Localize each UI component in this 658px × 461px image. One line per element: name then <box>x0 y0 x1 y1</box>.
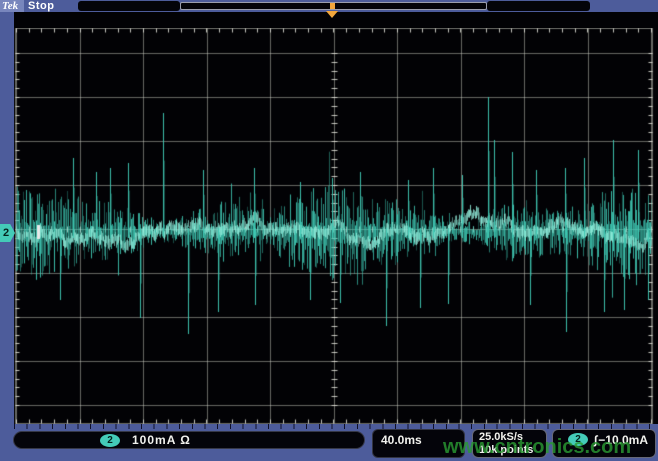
channel2-scale-label: 100mA Ω <box>132 434 191 447</box>
channel2-reference-marker[interactable]: 2 <box>0 224 15 242</box>
top-right-box <box>487 1 590 11</box>
watermark-text: www.cntronics.com <box>443 436 631 458</box>
acquisition-status-label: Stop <box>28 0 54 12</box>
trigger-position-marker-icon[interactable] <box>326 11 338 18</box>
top-left-box <box>78 1 180 11</box>
horizontal-scale-label: 40.0ms <box>381 433 422 447</box>
trigger-position-tick <box>330 3 335 9</box>
waveform-position-bar[interactable] <box>180 2 487 10</box>
waveform-display <box>14 28 654 424</box>
tek-logo: Tek <box>2 0 18 12</box>
channel2-scale-readout[interactable]: 2 100mA Ω <box>13 431 365 449</box>
oscilloscope-screen: Tek Stop 2 2 100mA Ω 40.0ms 25.0kS/s 10k… <box>0 0 658 461</box>
channel2-badge: 2 <box>100 434 120 447</box>
